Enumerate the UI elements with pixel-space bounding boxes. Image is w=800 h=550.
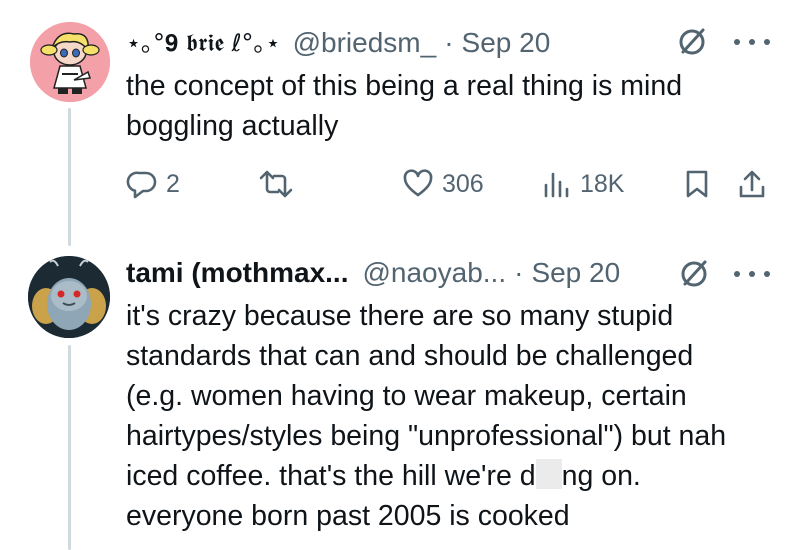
tweet-actions: 2 306 18K [0, 168, 800, 208]
heart-icon [403, 169, 433, 197]
views-bar-chart-icon [544, 172, 569, 198]
tweet-text: the concept of this being a real thing i… [126, 70, 683, 142]
handle[interactable]: @naoyab... [362, 256, 506, 290]
more-options-icon[interactable] [734, 36, 770, 48]
display-name[interactable]: ⋆｡°𝟗 𝖇𝖗𝖎𝖊 ℓ°｡⋆ [126, 26, 281, 60]
tweet-1[interactable]: ⋆｡°𝟗 𝖇𝖗𝖎𝖊 ℓ°｡⋆ @briedsm_ · Sep 20 the co… [0, 0, 800, 250]
bookmark-button[interactable] [684, 168, 710, 200]
grok-icon[interactable] [676, 26, 708, 58]
powerpuff-avatar-icon [30, 22, 110, 102]
repost-button[interactable] [258, 168, 302, 200]
separator-dot: · [514, 257, 524, 288]
redaction-block [535, 459, 562, 489]
reply-button[interactable]: 2 [126, 168, 180, 200]
share-icon [739, 170, 765, 198]
share-button[interactable] [738, 168, 766, 200]
reply-count: 2 [166, 169, 180, 198]
avatar[interactable] [28, 256, 110, 338]
reply-icon [126, 171, 157, 199]
like-button[interactable]: 306 [402, 168, 484, 200]
bookmark-icon [686, 170, 708, 198]
tweet-header: ⋆｡°𝟗 𝖇𝖗𝖎𝖊 ℓ°｡⋆ @briedsm_ · Sep 20 [126, 26, 550, 60]
avatar[interactable] [30, 22, 110, 102]
handle[interactable]: @briedsm_ [293, 26, 437, 60]
like-count: 306 [442, 169, 484, 198]
views-button[interactable]: 18K [542, 168, 624, 200]
views-count: 18K [580, 169, 625, 198]
timestamp[interactable]: Sep 20 [462, 26, 551, 60]
tweet-header: tami (mothmax... @naoyab... · Sep 20 [126, 256, 620, 290]
grok-icon[interactable] [678, 258, 710, 290]
separator-dot: · [444, 27, 454, 58]
more-options-icon[interactable] [734, 268, 770, 280]
moth-creature-avatar-icon [28, 256, 110, 338]
timestamp[interactable]: Sep 20 [531, 256, 620, 290]
repost-icon [259, 170, 293, 198]
tweet-2[interactable]: tami (mothmax... @naoyab... · Sep 20 it'… [0, 250, 800, 550]
tweet-text: it's crazy because there are so many stu… [126, 296, 756, 536]
display-name[interactable]: tami (mothmax... [126, 256, 348, 290]
